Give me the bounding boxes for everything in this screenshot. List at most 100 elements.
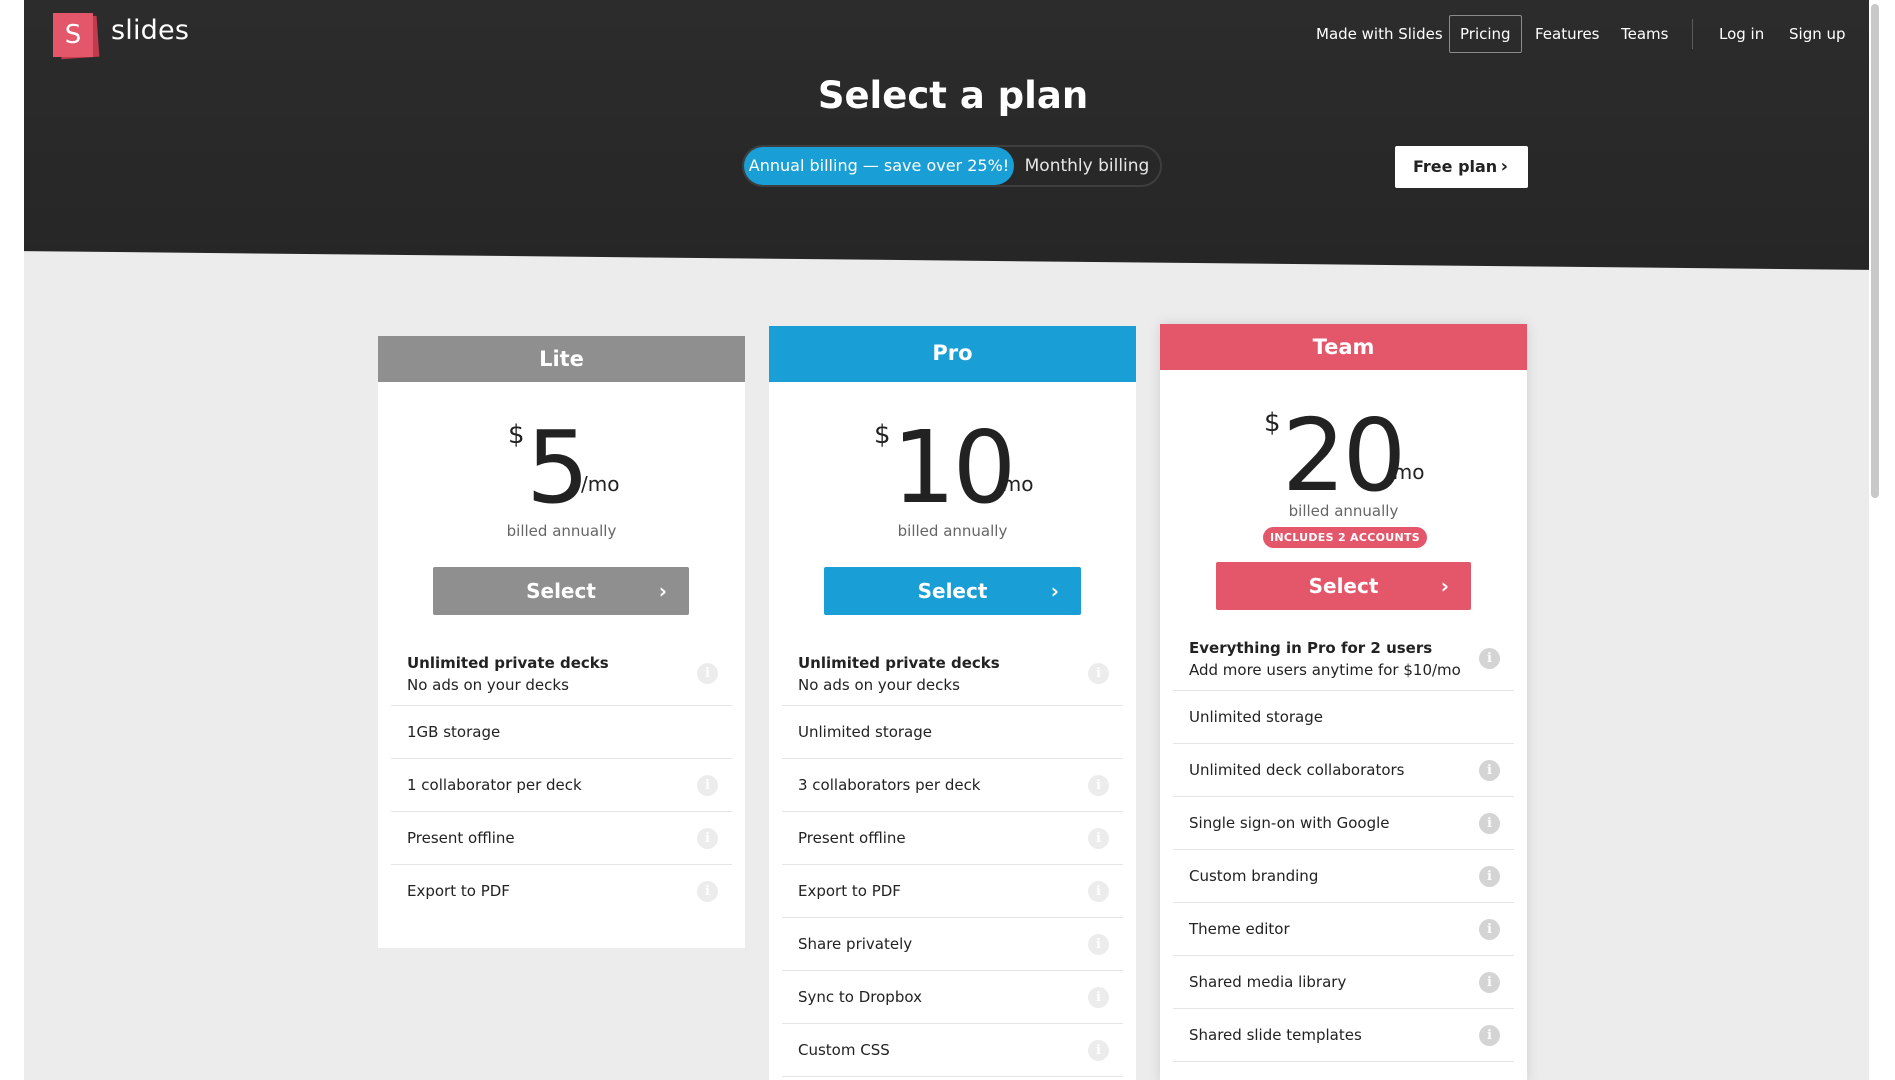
price-unit-pro: /mo	[995, 472, 1034, 496]
feature-row: Shared slide templates i	[1173, 1009, 1514, 1062]
plan-name-pro: Pro	[932, 341, 973, 365]
annual-billing-option[interactable]: Annual billing — save over 25%!	[744, 147, 1014, 185]
feature-row: Single sign-on with Google i	[1173, 797, 1514, 850]
feature-title: Unlimited private decks	[798, 654, 1000, 672]
info-icon[interactable]: i	[1088, 828, 1109, 849]
feature-title: Theme editor	[1189, 920, 1290, 938]
feature-row: Export to PDF i	[782, 865, 1123, 918]
plan-card-pro: Pro $ 10 /mo billed annually Select › Un…	[769, 326, 1136, 1080]
monthly-billing-option[interactable]: Monthly billing	[1014, 147, 1160, 185]
info-icon[interactable]: i	[1479, 760, 1500, 781]
select-lite-button[interactable]: Select ›	[433, 567, 689, 615]
feature-subtitle: No ads on your decks	[798, 676, 960, 694]
price-unit-lite: /mo	[581, 472, 620, 496]
nav-log-in[interactable]: Log in	[1719, 15, 1764, 53]
feature-title: Unlimited storage	[1189, 708, 1323, 726]
includes-accounts-badge: INCLUDES 2 ACCOUNTS	[1263, 527, 1427, 548]
price-currency-pro: $	[874, 420, 891, 450]
info-icon[interactable]: i	[697, 775, 718, 796]
chevron-right-icon: ›	[1050, 579, 1059, 603]
feature-title: 3 collaborators per deck	[798, 776, 981, 794]
price-amount-pro: 10	[892, 409, 1016, 526]
chevron-right-icon: ›	[658, 579, 667, 603]
info-icon[interactable]: i	[1088, 1040, 1109, 1061]
feature-row: Custom CSS i	[782, 1024, 1123, 1077]
logo[interactable]: S	[53, 13, 100, 60]
info-icon[interactable]: i	[1088, 881, 1109, 902]
feature-title: Export to PDF	[407, 882, 510, 900]
feature-row: Unlimited private decks No ads on your d…	[391, 642, 732, 706]
logo-mark: S	[53, 13, 93, 57]
feature-list-team: Everything in Pro for 2 users Add more u…	[1173, 627, 1514, 1062]
plan-header-team: Team	[1160, 324, 1527, 370]
hero-background	[24, 0, 1882, 270]
feature-subtitle: Add more users anytime for $10/mo	[1189, 661, 1461, 679]
price-amount-lite: 5	[526, 409, 590, 526]
feature-row: Unlimited private decks No ads on your d…	[782, 642, 1123, 706]
info-icon[interactable]: i	[1479, 813, 1500, 834]
feature-row: Unlimited deck collaborators i	[1173, 744, 1514, 797]
info-icon[interactable]: i	[1088, 934, 1109, 955]
feature-title: 1GB storage	[407, 723, 501, 741]
feature-title: Unlimited storage	[798, 723, 932, 741]
nav-features[interactable]: Features	[1535, 15, 1600, 53]
feature-title: Present offline	[798, 829, 906, 847]
info-icon[interactable]: i	[1088, 663, 1109, 684]
feature-row: 1GB storage	[391, 706, 732, 759]
feature-title: Export to PDF	[798, 882, 901, 900]
scrollbar-thumb[interactable]	[1871, 4, 1879, 498]
price-currency-lite: $	[508, 420, 525, 450]
select-team-button[interactable]: Select ›	[1216, 562, 1471, 610]
feature-title: Single sign-on with Google	[1189, 814, 1390, 832]
billed-annually-team: billed annually	[1288, 502, 1399, 520]
feature-title: Custom branding	[1189, 867, 1319, 885]
select-pro-label: Select	[917, 579, 988, 603]
feature-title: Shared media library	[1189, 973, 1347, 991]
info-icon[interactable]: i	[697, 828, 718, 849]
nav-made-with-slides[interactable]: Made with Slides	[1316, 15, 1443, 53]
vertical-scrollbar[interactable]	[1869, 0, 1882, 1080]
feature-row: Export to PDF i	[391, 865, 732, 918]
feature-title: 1 collaborator per deck	[407, 776, 582, 794]
info-icon[interactable]: i	[1088, 775, 1109, 796]
plan-name-team: Team	[1312, 335, 1375, 359]
feature-title: Present offline	[407, 829, 515, 847]
info-icon[interactable]: i	[1479, 648, 1500, 669]
page-title: Select a plan	[817, 74, 1089, 117]
chevron-right-icon: ›	[1500, 156, 1508, 177]
feature-row: 3 collaborators per deck i	[782, 759, 1123, 812]
nav-pricing[interactable]: Pricing	[1449, 15, 1522, 53]
billing-toggle[interactable]: Annual billing — save over 25%! Monthly …	[742, 145, 1162, 187]
price-amount-team: 20	[1282, 397, 1406, 514]
feature-title: Everything in Pro for 2 users	[1189, 639, 1433, 657]
free-plan-label: Free plan	[1413, 157, 1498, 176]
info-icon[interactable]: i	[697, 881, 718, 902]
nav-sign-up[interactable]: Sign up	[1789, 15, 1846, 53]
feature-row: Unlimited storage	[782, 706, 1123, 759]
feature-row: Unlimited storage	[1173, 691, 1514, 744]
free-plan-button[interactable]: Free plan ›	[1395, 146, 1528, 188]
feature-subtitle: No ads on your decks	[407, 676, 569, 694]
feature-row: Sync to Dropbox i	[782, 971, 1123, 1024]
info-icon[interactable]: i	[1479, 1025, 1500, 1046]
feature-list-lite: Unlimited private decks No ads on your d…	[391, 642, 732, 918]
price-unit-team: /mo	[1386, 460, 1425, 484]
select-pro-button[interactable]: Select ›	[824, 567, 1081, 615]
plan-card-lite: Lite $ 5 /mo billed annually Select › Un…	[378, 336, 745, 948]
info-icon[interactable]: i	[1479, 919, 1500, 940]
feature-title: Unlimited private decks	[407, 654, 609, 672]
feature-row: Shared media library i	[1173, 956, 1514, 1009]
feature-row: Present offline i	[391, 812, 732, 865]
logo-wordmark[interactable]: slides	[111, 15, 189, 46]
select-team-label: Select	[1308, 574, 1379, 598]
info-icon[interactable]: i	[697, 663, 718, 684]
info-icon[interactable]: i	[1479, 866, 1500, 887]
feature-title: Custom CSS	[798, 1041, 890, 1059]
info-icon[interactable]: i	[1479, 972, 1500, 993]
plan-card-team: Team $ 20 /mo billed annually INCLUDES 2…	[1160, 324, 1527, 1080]
feature-title: Unlimited deck collaborators	[1189, 761, 1405, 779]
nav-teams[interactable]: Teams	[1621, 15, 1668, 53]
feature-title: Share privately	[798, 935, 913, 953]
feature-row: 1 collaborator per deck i	[391, 759, 732, 812]
info-icon[interactable]: i	[1088, 987, 1109, 1008]
